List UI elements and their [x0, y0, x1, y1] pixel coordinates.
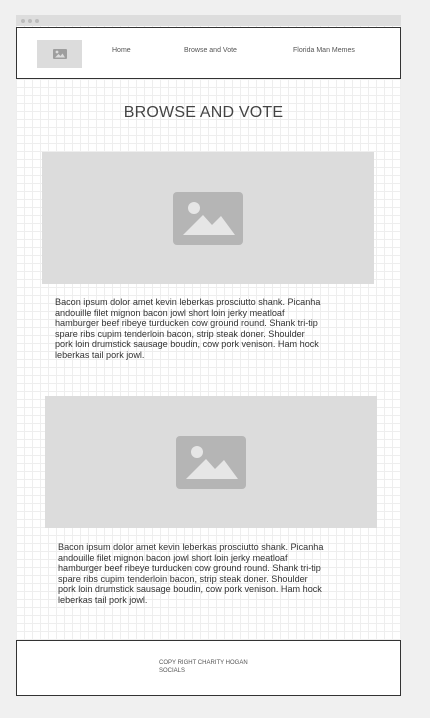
- image-placeholder-icon: [173, 191, 243, 245]
- window-titlebar: [16, 15, 401, 26]
- socials-link[interactable]: SOCIALS: [159, 668, 185, 674]
- nav-link-home[interactable]: Home: [112, 47, 131, 54]
- logo[interactable]: [37, 40, 82, 68]
- image-placeholder-icon: [176, 435, 246, 489]
- copyright-text: COPY RIGHT CHARITY HOGAN: [159, 660, 248, 666]
- window-dot-icon[interactable]: [28, 19, 32, 23]
- page-title: BROWSE AND VOTE: [123, 104, 284, 121]
- footer: COPY RIGHT CHARITY HOGAN SOCIALS: [16, 640, 401, 696]
- card-description: Bacon ipsum dolor amet kevin leberkas pr…: [55, 297, 321, 360]
- nav-link-browse-and-vote[interactable]: Browse and Vote: [184, 47, 237, 54]
- browser-frame: Home Browse and Vote Florida Man Memes B…: [16, 15, 401, 696]
- window-dot-icon[interactable]: [21, 19, 25, 23]
- nav-link-florida-man-memes[interactable]: Florida Man Memes: [293, 47, 355, 54]
- card-description: Bacon ipsum dolor amet kevin leberkas pr…: [58, 542, 324, 605]
- window-dot-icon[interactable]: [35, 19, 39, 23]
- navigation-bar: Home Browse and Vote Florida Man Memes: [16, 27, 401, 79]
- image-placeholder-icon: [52, 49, 67, 59]
- meme-image-placeholder[interactable]: [42, 152, 374, 284]
- meme-image-placeholder[interactable]: [45, 396, 377, 528]
